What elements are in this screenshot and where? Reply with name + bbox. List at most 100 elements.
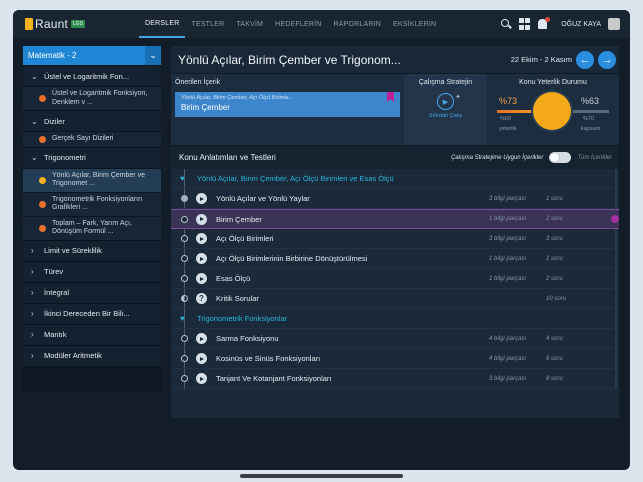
lesson-row[interactable]: Kosinüs ve Sinüs Fonksiyonları 4 bilgi pa… [171, 349, 619, 369]
sidebar-section-title: Üstel ve Logaritmik Fon... [44, 71, 130, 81]
arrow-right-icon[interactable]: → [598, 50, 616, 69]
circle-icon [181, 255, 188, 262]
lesson-row[interactable]: Esas Ölçü 1 bilgi parçası 2 soru [171, 269, 619, 289]
toggle-label: Çalışma Stratejime Uygun İçerikler [450, 154, 544, 161]
play-icon[interactable] [196, 353, 207, 364]
lesson-name: Kritik Sorular [216, 294, 259, 303]
toggle-right-label[interactable]: Tüm İçerikler [577, 155, 612, 161]
lesson-row[interactable]: Yönlü Açılar ve Yönlü Yaylar 3 bilgi parç… [171, 189, 619, 209]
lesson-questions: 3 soru [546, 235, 563, 242]
lesson-row[interactable]: Birim Çember 1 bilgi parçası 2 soru [171, 209, 619, 229]
lesson-row[interactable]: Tanjant Ve Kotanjant Fonksiyonları 3 bilg… [171, 369, 619, 389]
lesson-row[interactable]: Sekant ve Kosekant Fonksiyonları2 bilgi … [171, 389, 619, 390]
play-icon[interactable] [196, 233, 207, 244]
grid-icon[interactable] [519, 18, 531, 30]
lesson-row[interactable]: Açı Ölçü Birimlerinin Birbirine Dönüştür… [171, 249, 619, 269]
lesson-row[interactable]: ? Kritik Sorular 10 soru [171, 289, 619, 309]
play-icon[interactable] [196, 193, 207, 204]
logo-icon [25, 18, 33, 30]
avatar[interactable] [608, 18, 620, 30]
sidebar-item[interactable]: Toplam – Fark, Yarım Açı, Dönüşüm Formül… [23, 215, 161, 240]
group-header[interactable]: ♥ Trigonometrik Fonksiyonlar [171, 309, 619, 329]
chevron-right-icon: › [31, 309, 34, 318]
gauge-right-min: %70 [583, 116, 595, 122]
chevron-right-icon: › [31, 267, 34, 276]
date-range: 22 Ekim - 2 Kasım ← → [511, 50, 619, 69]
sidebar-item[interactable]: Trigonometrik Fonksiyonların Grafikleri … [23, 191, 161, 216]
play-icon[interactable] [196, 273, 207, 284]
sidebar-section-0[interactable]: ⌄ Üstel ve Logaritmik Fon... [23, 65, 161, 86]
group-header[interactable]: ♥ Yönlü Açılar, Birim Çember, Açı Ölçü Bi… [171, 169, 619, 189]
sidebar-item-label: Toplam – Fark, Yarım Açı, Dönüşüm Formül… [52, 219, 132, 236]
sidebar-section-4[interactable]: › Türev [23, 260, 161, 282]
chevron-down-icon[interactable]: ⌄ [145, 46, 161, 65]
chevron-down-icon: ⌄ [31, 116, 38, 126]
strategy-card[interactable]: Çalışma Stratejin ▶ ✦ Sıfırdan Çalış [404, 74, 487, 145]
sidebar-item[interactable]: Üstel ve Logaritmik Fonksiyon, Denklem v… [23, 86, 161, 110]
question-icon[interactable]: ? [196, 293, 207, 304]
nav-item-5[interactable]: EKSİKLERİN [387, 10, 442, 38]
nav-item-1[interactable]: TESTLER [185, 10, 230, 38]
lesson-parts: 3 bilgi parçası [489, 375, 527, 382]
content-filter-toggle[interactable] [549, 152, 572, 163]
nav-item-3[interactable]: HEDEFLERİN [269, 10, 327, 38]
list-title: Konu Anlatımları ve Testleri [179, 153, 276, 162]
sidebar-item[interactable]: Gerçek Sayı Dizileri [23, 131, 161, 147]
logo-text: Raunt [35, 17, 69, 31]
gauge-circle [533, 92, 571, 130]
sidebar-section-7[interactable]: › Mantık [23, 323, 161, 345]
lesson-name: Esas Ölçü [216, 274, 251, 283]
recommended-subtitle: Yönlü Açılar, Birim Çember, Açı Ölçü Bir… [181, 95, 294, 101]
recommended-label: Önerilen İçerik [175, 79, 221, 86]
recommended-item[interactable]: Yönlü Açılar, Birim Çember, Açı Ölçü Bir… [175, 92, 400, 117]
sidebar-section-8[interactable]: › Modüler Aritmetik [23, 344, 161, 366]
lesson-row[interactable]: Açı Ölçü Birimleri 3 bilgi parçası 3 soru [171, 229, 619, 249]
arrow-left-icon[interactable]: ← [576, 50, 594, 69]
list-header: Konu Anlatımları ve Testleri Çalışma Str… [171, 145, 619, 169]
sidebar-section-title: Mantık [44, 330, 67, 339]
lesson-questions: 2 soru [546, 216, 563, 222]
play-icon[interactable] [196, 333, 207, 344]
play-icon[interactable] [196, 213, 207, 225]
chevron-right-icon: › [31, 246, 34, 255]
sidebar-item[interactable]: Yönlü Açılar, Birim Çember ve Trigonomet… [23, 167, 161, 192]
heart-icon: ♥ [180, 174, 185, 183]
gauge-current: %73 [499, 96, 518, 106]
sidebar: Matematik - 2 ⌄ ⌄ Üstel ve Logaritmik Fon… [23, 46, 161, 392]
lesson-name: Sarma Fonksiyonu [216, 334, 279, 343]
status-dot-icon [39, 224, 46, 232]
gauge-left-min: %60 [500, 116, 512, 122]
circle-icon [181, 335, 188, 342]
sidebar-section-title: Türev [44, 267, 64, 276]
sidebar-section-title: İntegral [44, 288, 70, 297]
competency-label: Konu Yeterlik Durumu [519, 79, 587, 86]
sidebar-section-1[interactable]: ⌄ Diziler [23, 110, 161, 131]
circle-icon [181, 215, 188, 223]
play-icon[interactable] [196, 253, 207, 264]
sidebar-section-5[interactable]: › İntegral [23, 281, 161, 303]
nav-item-0[interactable]: DERSLER [139, 10, 186, 38]
logo[interactable]: Raunt LGS [25, 17, 139, 31]
user-name[interactable]: OĞUZ KAYA [561, 21, 601, 28]
nav-item-4[interactable]: RAPORLARIN [327, 10, 387, 38]
play-icon[interactable] [196, 373, 207, 384]
bell-icon[interactable] [538, 17, 551, 30]
summary-cards: Önerilen İçerik Yönlü Açılar, Birim Çemb… [171, 73, 619, 145]
home-indicator [240, 474, 403, 478]
sidebar-section-3[interactable]: › Limit ve Süreklilik [23, 239, 161, 261]
sparkle-icon: ✦ [455, 94, 461, 101]
status-dot-icon [39, 135, 46, 143]
subject-dropdown[interactable]: Matematik - 2 ⌄ [23, 46, 161, 65]
sidebar-section-6[interactable]: › İkinci Dereceden Bir Bili... [23, 302, 161, 324]
nav-item-2[interactable]: TAKVİM [230, 10, 269, 38]
sidebar-item-label: Üstel ve Logaritmik Fonksiyon, Denklem v… [52, 90, 148, 106]
circle-icon [181, 375, 188, 382]
status-dot-icon [39, 176, 46, 184]
recommended-title: Birim Çember [181, 103, 230, 112]
lesson-parts: 1 bilgi parçası [489, 275, 527, 282]
group-title: Yönlü Açılar, Birim Çember, Açı Ölçü Bir… [197, 174, 394, 183]
search-icon[interactable] [500, 18, 513, 30]
sidebar-section-2[interactable]: ⌄ Trigonometri [23, 146, 161, 168]
lesson-row[interactable]: Sarma Fonksiyonu 4 bilgi parçası 4 soru [171, 329, 619, 349]
lesson-name: Birim Çember [216, 214, 262, 224]
